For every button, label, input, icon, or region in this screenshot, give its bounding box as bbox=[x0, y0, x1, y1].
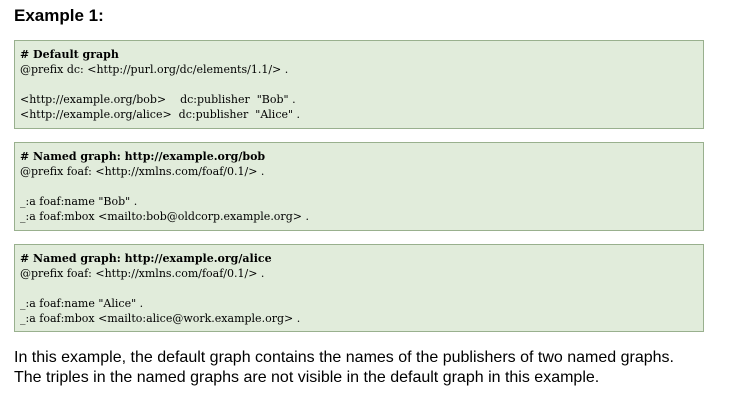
code-block-named-graph-bob: # Named graph: http://example.org/bob @p… bbox=[14, 142, 704, 231]
code-line: @prefix foaf: <http://xmlns.com/foaf/0.1… bbox=[20, 165, 265, 178]
description-line-2: The triples in the named graphs are not … bbox=[14, 369, 600, 386]
code-line: @prefix dc: <http://purl.org/dc/elements… bbox=[20, 63, 289, 76]
description-paragraph: In this example, the default graph conta… bbox=[14, 348, 742, 388]
code-line: _:a foaf:name "Alice" . bbox=[20, 297, 144, 310]
code-line: _:a foaf:name "Bob" . bbox=[20, 195, 138, 208]
code-comment: # Default graph bbox=[20, 48, 119, 61]
code-block-default-graph: # Default graph @prefix dc: <http://purl… bbox=[14, 40, 704, 129]
example-heading: Example 1: bbox=[14, 6, 104, 25]
description-line-1: In this example, the default graph conta… bbox=[14, 349, 674, 366]
code-line: _:a foaf:mbox <mailto:alice@work.example… bbox=[20, 312, 301, 325]
code-line: @prefix foaf: <http://xmlns.com/foaf/0.1… bbox=[20, 267, 265, 280]
code-line: _:a foaf:mbox <mailto:bob@oldcorp.exampl… bbox=[20, 210, 309, 223]
code-block-named-graph-alice: # Named graph: http://example.org/alice … bbox=[14, 244, 704, 332]
code-line: <http://example.org/bob> dc:publisher "B… bbox=[20, 93, 296, 106]
code-line: <http://example.org/alice> dc:publisher … bbox=[20, 108, 301, 121]
code-comment: # Named graph: http://example.org/alice bbox=[20, 252, 272, 265]
code-comment: # Named graph: http://example.org/bob bbox=[20, 150, 266, 163]
document-page: Example 1: # Default graph @prefix dc: <… bbox=[0, 0, 744, 400]
